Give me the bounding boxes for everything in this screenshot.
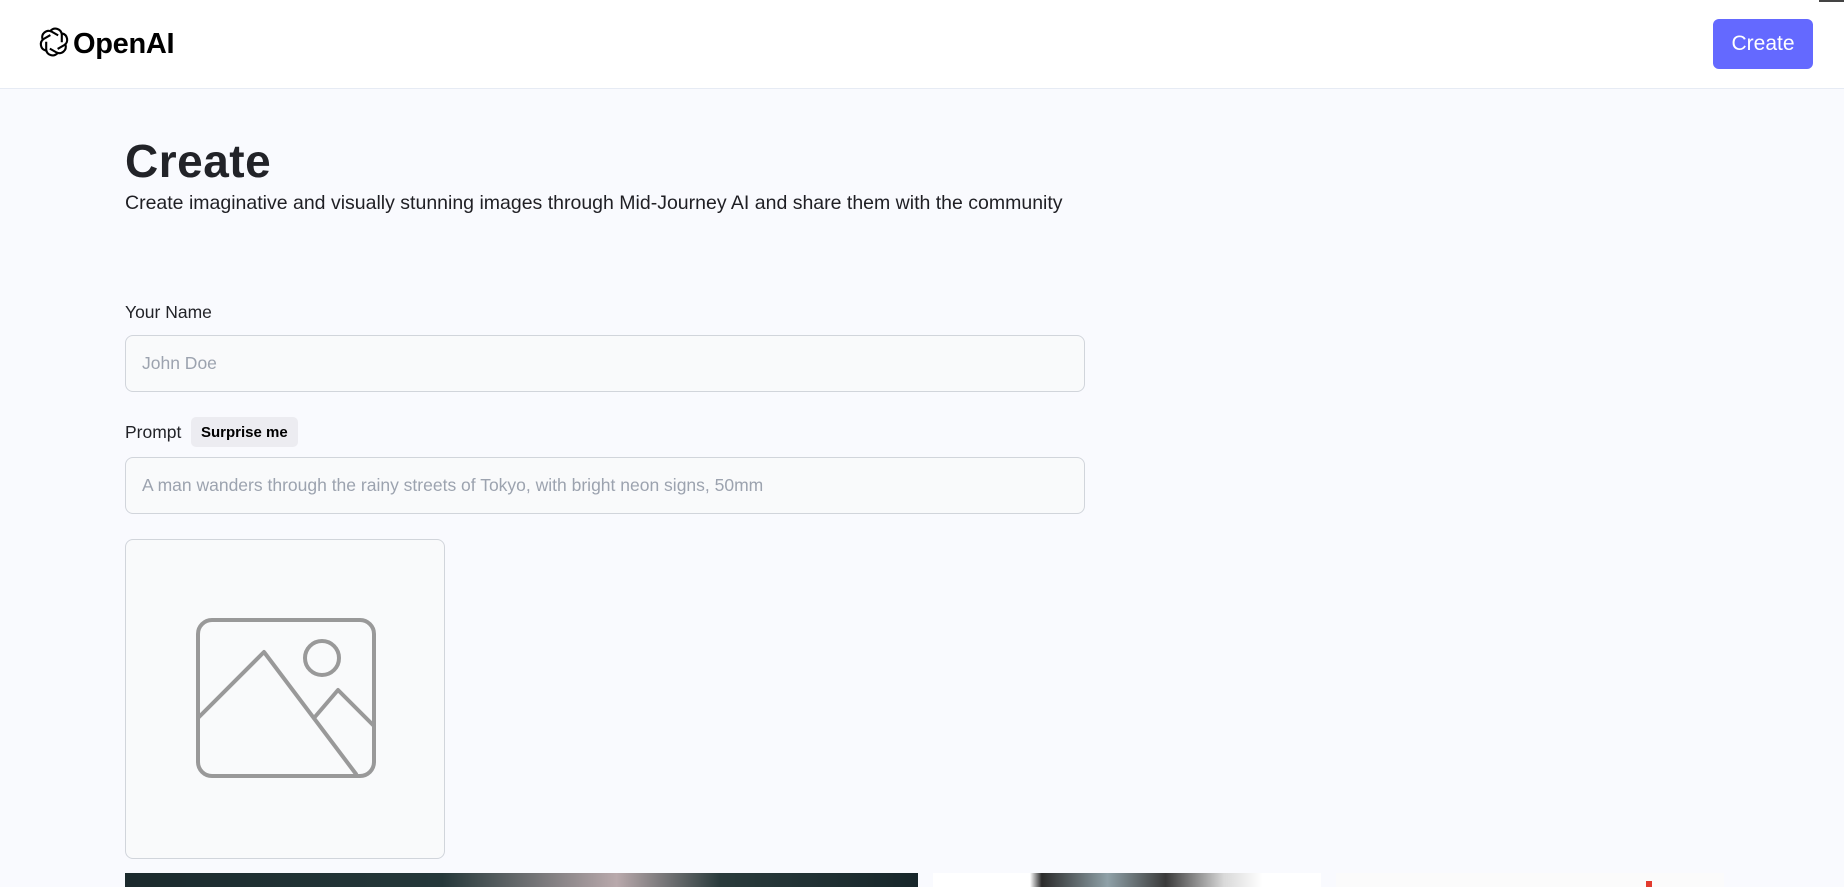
scrollbar[interactable]	[1819, 0, 1844, 2]
prompt-input[interactable]	[125, 457, 1085, 514]
image-placeholder-icon	[196, 618, 376, 778]
logo[interactable]: OpenAI	[36, 24, 175, 65]
openai-logo-icon	[36, 24, 72, 65]
surprise-me-button[interactable]: Surprise me	[191, 417, 298, 447]
top-nav: OpenAI Create	[0, 0, 1844, 89]
page-title: Create	[125, 135, 272, 187]
gallery-image[interactable]	[933, 873, 1321, 887]
image-preview	[125, 539, 445, 859]
page-subtitle: Create imaginative and visually stunning…	[125, 192, 1063, 214]
prompt-label: Prompt	[125, 422, 182, 442]
create-button[interactable]: Create	[1713, 19, 1813, 69]
logo-text: OpenAI	[73, 27, 175, 60]
name-input[interactable]	[125, 335, 1085, 392]
name-label: Your Name	[125, 302, 212, 322]
gallery-image[interactable]	[125, 873, 918, 887]
gallery-image[interactable]	[1336, 873, 1724, 887]
